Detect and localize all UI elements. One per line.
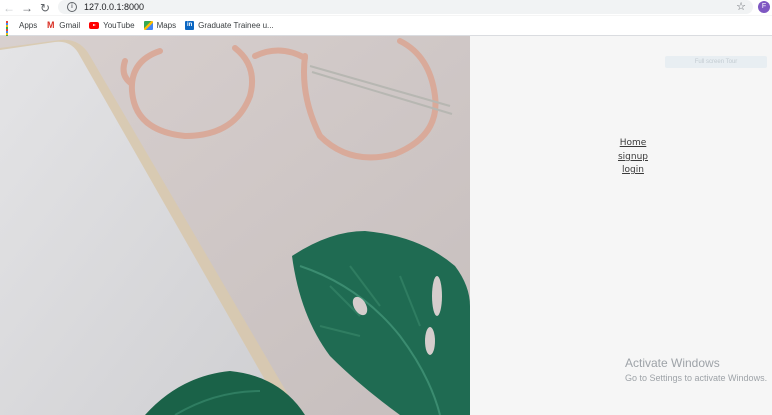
bookmark-gmail[interactable]: M Gmail: [46, 20, 81, 31]
bookmark-label: Gmail: [59, 21, 81, 30]
hero-image: [0, 36, 470, 415]
nav-link-home[interactable]: Home: [470, 137, 772, 151]
hero-illustration: [0, 36, 470, 415]
youtube-icon: [89, 22, 100, 29]
bookmarks-bar: Apps M Gmail YouTube Maps in Graduate Tr…: [0, 16, 772, 39]
reload-icon[interactable]: ↻: [36, 0, 54, 15]
back-arrow-icon[interactable]: ←: [0, 0, 18, 15]
bookmark-label: Apps: [19, 21, 38, 30]
bookmark-label: YouTube: [103, 21, 135, 30]
bookmark-star-icon[interactable]: ☆: [736, 0, 746, 14]
address-bar[interactable]: i 127.0.0.1:8000 ☆: [58, 0, 753, 14]
gmail-icon: M: [46, 20, 55, 30]
bookmark-maps[interactable]: Maps: [143, 21, 177, 30]
activate-windows-title: Activate Windows: [625, 356, 720, 370]
info-icon[interactable]: i: [67, 2, 77, 12]
url-text[interactable]: 127.0.0.1:8000: [84, 2, 144, 12]
browser-toolbar: ← → ↻ i 127.0.0.1:8000 ☆ F: [0, 0, 772, 15]
profile-avatar[interactable]: F: [758, 1, 770, 13]
right-panel: Full screen Tour Home signup login Activ…: [470, 36, 772, 415]
bookmark-label: Graduate Trainee u...: [198, 21, 274, 30]
activate-windows-subtitle: Go to Settings to activate Windows.: [625, 373, 768, 383]
bookmark-label: Maps: [156, 21, 177, 30]
page-content: Full screen Tour Home signup login Activ…: [0, 36, 772, 415]
fullscreen-tour-button[interactable]: Full screen Tour: [665, 56, 767, 68]
nav-link-signup[interactable]: signup: [470, 151, 772, 165]
bookmark-apps[interactable]: Apps: [6, 21, 38, 39]
linkedin-icon: in: [185, 21, 195, 30]
bookmark-youtube[interactable]: YouTube: [89, 21, 135, 30]
apps-grid-icon: [6, 21, 15, 39]
bookmark-linkedin[interactable]: in Graduate Trainee u...: [185, 21, 274, 30]
nav-link-login[interactable]: login: [470, 164, 772, 178]
activate-windows-watermark: Activate Windows Go to Settings to activ…: [625, 356, 767, 384]
maps-icon: [143, 21, 153, 30]
forward-arrow-icon[interactable]: →: [18, 0, 36, 15]
nav-links: Home signup login: [470, 137, 772, 178]
